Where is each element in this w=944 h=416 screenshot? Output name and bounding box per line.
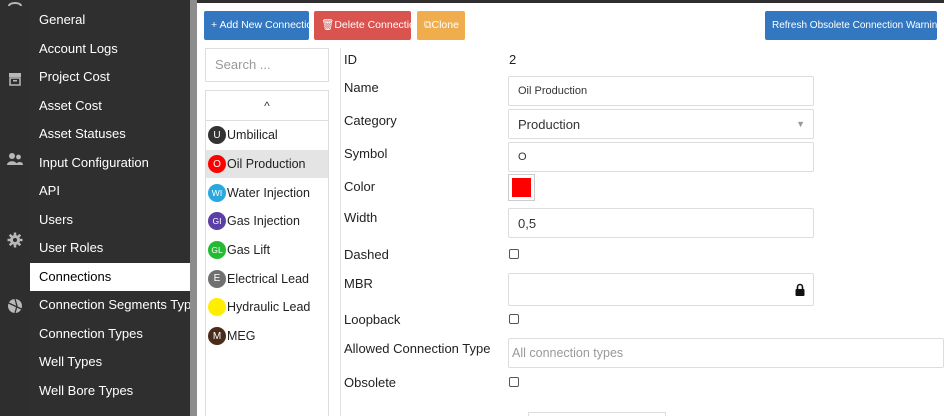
add-connection-button[interactable]: + Add New Connection (204, 11, 318, 40)
connection-symbol-badge: GI (208, 212, 226, 231)
nav-item-users[interactable]: Users (30, 206, 190, 235)
clone-button[interactable]: ⧉Clone (417, 11, 465, 40)
width-input-value: 0,5 (518, 215, 537, 231)
connection-name: Hydraulic Lead (227, 300, 311, 315)
connection-name: Gas Lift (227, 243, 271, 258)
list-item[interactable]: WI Water Injection (206, 178, 328, 207)
loopback-label: Loopback (344, 312, 401, 327)
nav-item-well-bore-types[interactable]: Well Bore Types (30, 377, 190, 406)
nav-item-connection-types[interactable]: Connection Types (30, 320, 190, 349)
loopback-checkbox[interactable] (509, 314, 519, 324)
nav-item-account-logs[interactable]: Account Logs (30, 35, 190, 64)
sidebar-scrollbar[interactable] (190, 0, 197, 416)
nav-item-asset-cost[interactable]: Asset Cost (30, 92, 190, 121)
color-swatch (512, 178, 531, 197)
aperture-icon[interactable] (5, 298, 25, 318)
symbol-input-value: O (518, 151, 527, 163)
connection-symbol-badge: H (208, 298, 226, 317)
list-scroll-up-button[interactable]: ^ (206, 91, 328, 121)
list-item[interactable]: M MEG (206, 322, 328, 351)
connection-name: Umbilical (227, 128, 278, 143)
list-item[interactable]: H Hydraulic Lead (206, 293, 328, 322)
category-label: Category (344, 113, 397, 128)
icon-rail (0, 0, 30, 416)
allowed-connection-type-label: Allowed Connection Type (344, 341, 491, 356)
mbr-input[interactable] (508, 273, 814, 306)
allowed-connection-type-input[interactable]: All connection types (508, 338, 944, 368)
symbol-label: Symbol (344, 146, 388, 161)
list-item[interactable]: GL Gas Lift (206, 236, 328, 265)
search-input[interactable]: Search ... (205, 48, 329, 82)
nav-item-project-cost[interactable]: Project Cost (30, 63, 190, 92)
color-label: Color (344, 179, 376, 194)
list-item-selected[interactable]: O Oil Production (206, 149, 328, 179)
partial-button[interactable] (528, 412, 666, 416)
gear-icon[interactable] (5, 232, 25, 252)
user-icon[interactable] (5, 0, 25, 14)
sidebar-nav: General Account Logs Project Cost Asset … (30, 0, 190, 416)
delete-connection-button[interactable]: 🗑Delete Connection (314, 11, 421, 40)
chevron-down-icon: ▼ (796, 119, 805, 129)
dashed-checkbox[interactable] (509, 249, 519, 259)
connection-name: Electrical Lead (227, 271, 309, 286)
list-item[interactable]: GI Gas Injection (206, 207, 328, 236)
name-input-value: Oil Production (518, 85, 588, 97)
connection-name: Water Injection (227, 185, 310, 200)
category-select-value: Production (518, 116, 581, 132)
nav-item-connection-segments-types[interactable]: Connection Segments Typ... (30, 291, 190, 320)
archive-icon[interactable] (5, 72, 25, 92)
nav-item-connections[interactable]: Connections (30, 262, 190, 291)
top-border (197, 0, 944, 3)
connection-symbol-badge: U (208, 126, 226, 145)
app-root: General Account Logs Project Cost Asset … (0, 0, 944, 416)
name-label: Name (344, 80, 379, 95)
nav-item-user-roles[interactable]: User Roles (30, 234, 190, 263)
color-picker[interactable] (508, 174, 535, 201)
connection-symbol-badge: WI (208, 183, 226, 202)
column-divider (340, 48, 341, 416)
list-item[interactable]: E Electrical Lead (206, 264, 328, 293)
id-value: 2 (509, 52, 517, 67)
name-input[interactable]: Oil Production (508, 76, 814, 106)
allowed-connection-type-placeholder: All connection types (512, 346, 624, 360)
nav-item-api[interactable]: API (30, 177, 190, 206)
nav-item-input-configuration[interactable]: Input Configuration (30, 149, 190, 178)
obsolete-label: Obsolete (344, 375, 397, 390)
connection-name: Gas Injection (227, 214, 300, 229)
nav-item-well-types[interactable]: Well Types (30, 348, 190, 377)
category-select[interactable]: Production ▼ (508, 109, 814, 139)
refresh-obsolete-warnings-button[interactable]: Refresh Obsolete Connection Warnings (765, 11, 944, 40)
connection-symbol-badge: M (208, 327, 226, 346)
nav-item-asset-statuses[interactable]: Asset Statuses (30, 120, 190, 149)
connection-name: Oil Production (227, 157, 306, 172)
list-item[interactable]: U Umbilical (206, 121, 328, 150)
connection-list: ^ U Umbilical O Oil Production WI Water … (205, 90, 329, 416)
id-label: ID (344, 52, 357, 67)
dashed-label: Dashed (344, 247, 389, 262)
connection-name: MEG (227, 329, 256, 344)
mbr-label: MBR (344, 276, 373, 291)
width-label: Width (344, 210, 378, 225)
nav-item-general[interactable]: General (30, 6, 190, 35)
lock-icon (795, 283, 805, 296)
connection-symbol-badge: E (208, 269, 226, 288)
connection-symbol-badge: GL (208, 241, 226, 260)
obsolete-checkbox[interactable] (509, 377, 519, 387)
connection-symbol-badge: O (208, 155, 226, 174)
users-icon[interactable] (5, 152, 25, 172)
width-input[interactable]: 0,5 (508, 208, 814, 238)
symbol-input[interactable]: O (508, 142, 814, 172)
